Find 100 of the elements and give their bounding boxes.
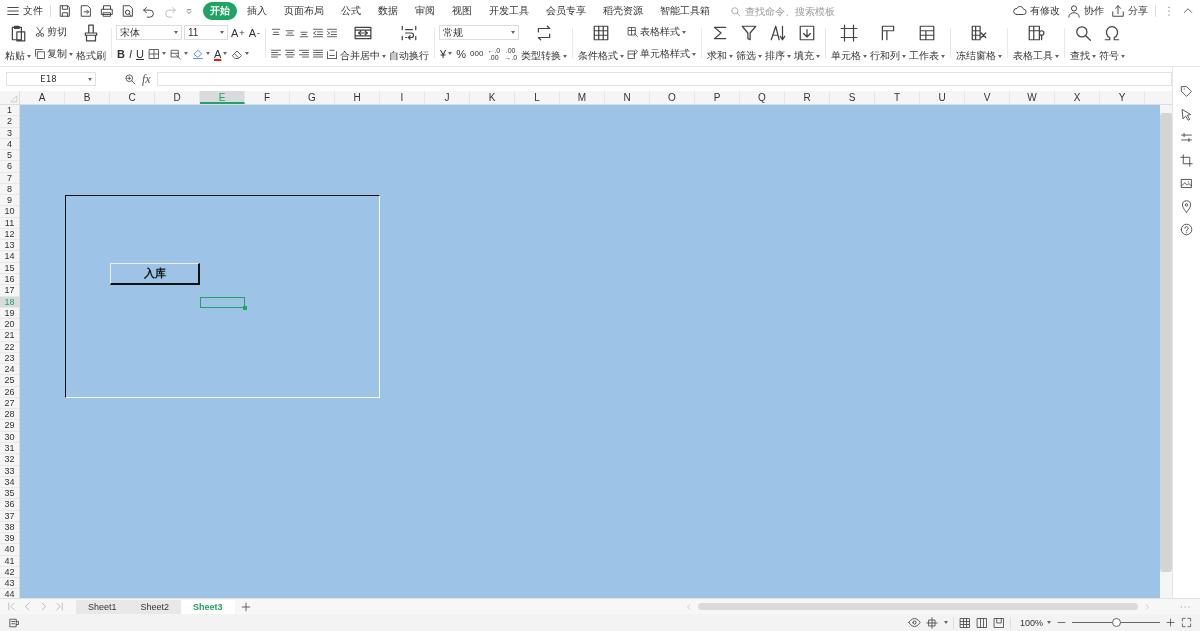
row-header[interactable]: 3 [0,127,19,139]
sliders-icon[interactable] [1180,131,1193,144]
copy-button[interactable]: 复制 [33,45,74,63]
underline-button[interactable]: U [135,44,145,63]
worksheet-button[interactable]: 工作表 [908,22,947,64]
fx-label[interactable]: fx [142,71,151,87]
font-size-field[interactable]: 11 [184,25,228,40]
row-header[interactable]: 40 [0,544,19,556]
column-header[interactable]: V [965,91,1010,104]
ribbon-tab[interactable]: 智能工具箱 [653,2,717,20]
align-right-icon[interactable] [298,47,311,60]
row-header[interactable]: 32 [0,454,19,466]
freeze-panes-button[interactable]: 冻结窗格 [955,22,1004,64]
undo-icon[interactable] [142,4,156,18]
formula-field[interactable] [156,72,1172,86]
row-header[interactable]: 38 [0,521,19,534]
column-header[interactable]: T [875,91,920,104]
ribbon-tab[interactable]: 稻壳资源 [596,2,650,20]
row-header[interactable]: 24 [0,364,19,376]
row-header[interactable]: 5 [0,150,19,162]
collaborate-button[interactable]: 协作 [1067,4,1104,18]
row-header[interactable]: 15 [0,262,19,274]
column-header[interactable]: H [335,91,380,104]
column-header[interactable]: W [1010,91,1055,104]
sheet-tab[interactable]: Sheet2 [128,599,182,614]
cell-button[interactable]: 单元格 [830,22,869,64]
search-field[interactable]: 查找命令、搜索模板 [743,4,857,18]
paste-button[interactable]: 粘贴 [4,22,32,64]
row-header[interactable]: 7 [0,172,19,184]
row-header[interactable]: 34 [0,476,19,489]
row-header[interactable]: 10 [0,206,19,218]
sort-button[interactable]: 排序 [764,22,793,64]
zoom-icon[interactable] [124,73,136,85]
eye-icon[interactable] [907,616,921,629]
row-header[interactable]: 12 [0,228,19,241]
font-name-field[interactable]: 宋体 [116,25,182,40]
row-header[interactable]: 23 [0,352,19,365]
column-header[interactable]: U [920,91,965,104]
row-header[interactable]: 22 [0,341,19,353]
merge-center-button[interactable]: 合并居中 [339,22,388,64]
ribbon-tab[interactable]: 公式 [334,2,368,20]
sum-button[interactable]: 求和 [706,22,735,64]
row-header[interactable]: 6 [0,161,19,173]
page-layout-view-icon[interactable] [992,616,1005,629]
align-center-icon[interactable] [284,47,297,60]
row-header[interactable]: 1 [0,105,19,117]
row-header[interactable]: 35 [0,488,19,500]
cut-button[interactable]: 剪切 [33,23,74,41]
row-header[interactable]: 26 [0,386,19,398]
bold-button[interactable]: B [116,44,126,63]
normal-view-icon[interactable] [958,616,971,629]
column-header[interactable]: G [290,91,335,104]
row-header[interactable]: 43 [0,578,19,590]
ribbon-tab[interactable]: 开发工具 [482,2,536,20]
filter-button[interactable]: 筛选 [735,22,764,64]
column-header[interactable]: K [470,91,515,104]
conditional-format-button[interactable]: 条件格式 [577,22,626,64]
sheet-tab[interactable]: Sheet1 [76,599,129,614]
vertical-scrollbar[interactable] [1160,113,1172,572]
row-header[interactable]: 9 [0,195,19,207]
column-header[interactable]: L [515,91,560,104]
file-menu[interactable]: 文件 [6,4,43,18]
rows-columns-button[interactable]: 行和列 [869,22,908,64]
row-header[interactable]: 27 [0,397,19,410]
row-header[interactable]: 20 [0,319,19,331]
decrease-indent-icon[interactable] [312,26,325,39]
zoom-level[interactable]: 100% [1019,617,1051,628]
image-icon[interactable] [1180,177,1193,190]
fullscreen-icon[interactable] [1181,617,1192,628]
wrap-text-button[interactable]: 自动换行 [388,22,431,64]
row-header[interactable]: 41 [0,555,19,567]
tag-icon[interactable] [1180,85,1193,98]
column-header[interactable]: P [695,91,740,104]
ribbon-tab[interactable]: 页面布局 [277,2,331,20]
row-header[interactable]: 21 [0,330,19,342]
row-header[interactable]: 36 [0,499,19,511]
row-header[interactable]: 11 [0,217,19,229]
ribbon-tab[interactable]: 数据 [371,2,405,20]
crop-icon[interactable] [1180,154,1193,167]
save-icon[interactable] [58,4,72,18]
font-color-button[interactable]: A [212,44,229,63]
row-header[interactable]: 28 [0,409,19,421]
row-header[interactable]: 17 [0,285,19,297]
column-header[interactable]: M [560,91,605,104]
increase-indent-icon[interactable] [326,26,339,39]
help-icon[interactable] [1180,223,1193,236]
print-icon[interactable] [100,4,114,18]
number-format-field[interactable]: 常规 [439,25,520,40]
table-tools-button[interactable]: 表格工具 [1012,22,1061,64]
distribute-icon[interactable] [326,47,339,60]
row-header[interactable]: 31 [0,442,19,455]
column-header[interactable]: X [1055,91,1100,104]
find-button[interactable]: 查找 [1069,22,1098,64]
cell-grid[interactable]: 入库 [20,105,1160,598]
column-header[interactable]: N [605,91,650,104]
row-header[interactable]: 25 [0,375,19,387]
name-box[interactable]: E18 [6,72,96,86]
row-header[interactable]: 42 [0,566,19,579]
page-break-view-icon[interactable] [975,616,988,629]
print-preview-icon[interactable] [121,4,135,18]
